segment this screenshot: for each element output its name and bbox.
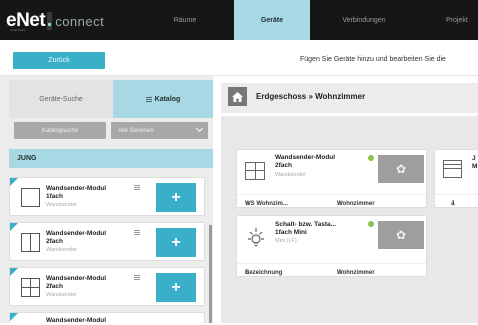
tab-geraete-label: Geräte xyxy=(260,16,284,24)
logo-tagline: smart home xyxy=(10,28,26,32)
device-title: JM xyxy=(472,155,477,170)
series-select[interactable]: Alle Serienen xyxy=(111,122,208,139)
catalog-item-title-line2: 2fach xyxy=(46,238,63,245)
catalog-item-type: Wandsender xyxy=(46,247,77,253)
add-device-button[interactable]: + xyxy=(156,183,196,212)
catalog-item-title-line1: Wandsender-Modul xyxy=(46,185,107,192)
catalog-item[interactable]: Wandsender-Modul 1fach Wandsender + xyxy=(9,177,205,216)
details-list-icon[interactable] xyxy=(134,230,140,235)
tab-verbindungen[interactable]: Verbindungen xyxy=(326,0,402,40)
catalog-item-title: Wandsender-Modul 1fach xyxy=(46,185,126,201)
device-card[interactable]: JM ✎ J xyxy=(434,149,478,208)
device-card-footer: ✎ WS Wohnzim... ⌂ Wohnzimmer xyxy=(237,194,426,208)
home-icon xyxy=(232,91,243,102)
device-settings-button[interactable]: ✿ xyxy=(378,155,424,183)
status-indicator xyxy=(368,155,374,161)
list-icon xyxy=(145,96,152,102)
catalog-search-button[interactable]: Katalogsuche xyxy=(14,122,106,139)
double-switch-icon xyxy=(245,162,265,180)
manufacturer-header[interactable]: JUNG xyxy=(9,149,213,168)
device-type: Mini (LF) xyxy=(275,238,297,244)
device-label-text: Bezeichnung xyxy=(245,270,283,276)
catalog-item-title-line1: Wandsender-Modul xyxy=(46,275,107,282)
logo-sub-text: connect xyxy=(55,13,105,29)
corner-marker xyxy=(10,268,18,276)
catalog-item-title-line2: 1fach xyxy=(46,193,63,200)
device-room-text: Wohnzimmer xyxy=(337,201,375,207)
device-type: Wandsender xyxy=(275,172,306,178)
tab-catalog[interactable]: Katalog xyxy=(113,80,213,118)
add-device-button[interactable]: + xyxy=(156,273,196,302)
tab-geraete[interactable]: Geräte xyxy=(234,0,310,40)
catalog-item[interactable]: Wandsender-Modul xyxy=(9,312,205,324)
device-card-footer: ✎ Bezeichnung ⌂ Wohnzimmer xyxy=(237,263,426,277)
catalog-item[interactable]: Wandsender-Modul 2fach Wandsender + xyxy=(9,222,205,261)
device-title-line2: 2fach xyxy=(275,161,292,169)
catalog-item-type: Wandsender xyxy=(46,202,77,208)
enet-connect-logo: eNet connect smart home xyxy=(6,9,104,33)
device-settings-button[interactable]: ✿ xyxy=(378,221,424,249)
device-card-footer: ✎ J xyxy=(435,194,478,208)
device-title: Wandsender-Modul 2fach xyxy=(275,154,335,169)
back-button[interactable]: Zurück xyxy=(13,52,105,69)
corner-marker xyxy=(10,313,18,321)
gear-icon: ✿ xyxy=(395,228,407,242)
device-title-line1: J xyxy=(472,155,476,162)
gear-icon: ✿ xyxy=(395,162,407,176)
double-switch-icon xyxy=(21,278,40,297)
device-title-line1: Schalt- bzw. Tasta... xyxy=(275,221,337,228)
tab-projekt-label: Projekt xyxy=(446,16,468,24)
catalog-scrollbar[interactable] xyxy=(209,225,212,323)
corner-marker xyxy=(10,178,18,186)
catalog-item-title-line1: Wandsender-Modul xyxy=(46,230,107,237)
details-list-icon[interactable] xyxy=(134,185,140,190)
catalog-item[interactable]: Wandsender-Modul 2fach Wandsender + xyxy=(9,267,205,306)
multi-switch-icon xyxy=(443,160,462,178)
logo-mark-icon xyxy=(47,12,53,30)
device-title: Schalt- bzw. Tasta... 1fach Mini xyxy=(275,221,336,236)
details-list-icon[interactable] xyxy=(134,275,140,280)
tab-device-search-label: Geräte-Suche xyxy=(39,95,83,103)
status-indicator xyxy=(368,221,374,227)
device-room-text: Wohnzimmer xyxy=(337,270,375,276)
lamp-actuator-icon xyxy=(248,228,264,247)
catalog-item-title: Wandsender-Modul xyxy=(46,317,107,324)
series-select-value: Alle Serienen xyxy=(118,127,154,134)
tab-verbindungen-label: Verbindungen xyxy=(342,16,386,24)
double-switch-icon xyxy=(21,233,40,252)
home-button[interactable] xyxy=(228,87,247,106)
add-device-button[interactable]: + xyxy=(156,228,196,257)
device-title-line2: M xyxy=(472,162,478,170)
toolbar-hint-text: Fügen Sie Geräte hinzu und bearbeiten Si… xyxy=(300,56,446,63)
breadcrumb: Erdgeschoss » Wohnzimmer xyxy=(256,92,366,101)
device-card[interactable]: Schalt- bzw. Tasta... 1fach Mini Mini (LF… xyxy=(236,215,427,277)
tab-projekt[interactable]: Projekt xyxy=(446,0,478,40)
device-title-line2: 1fach Mini xyxy=(275,228,307,236)
catalog-item-title: Wandsender-Modul 2fach xyxy=(46,275,126,291)
left-panel-tabs: Geräte-Suche Katalog xyxy=(9,80,213,118)
device-label-text: WS Wohnzim... xyxy=(245,201,288,207)
catalog-item-type: Wandsender xyxy=(46,292,77,298)
tab-device-search[interactable]: Geräte-Suche xyxy=(9,80,113,118)
device-title-line1: Wandsender-Modul xyxy=(275,154,336,161)
corner-marker xyxy=(10,223,18,231)
tab-raeume[interactable]: Räume xyxy=(150,0,220,40)
tab-catalog-label: Katalog xyxy=(154,95,181,103)
tab-raeume-label: Räume xyxy=(173,16,197,24)
device-card[interactable]: Wandsender-Modul 2fach Wandsender ✿ ✎ WS … xyxy=(236,149,427,208)
device-label-text: J xyxy=(451,201,455,207)
catalog-item-title: Wandsender-Modul 2fach xyxy=(46,230,126,246)
catalog-item-title-line2: 2fach xyxy=(46,283,63,290)
chevron-down-icon xyxy=(195,124,204,133)
single-switch-icon xyxy=(21,188,40,207)
